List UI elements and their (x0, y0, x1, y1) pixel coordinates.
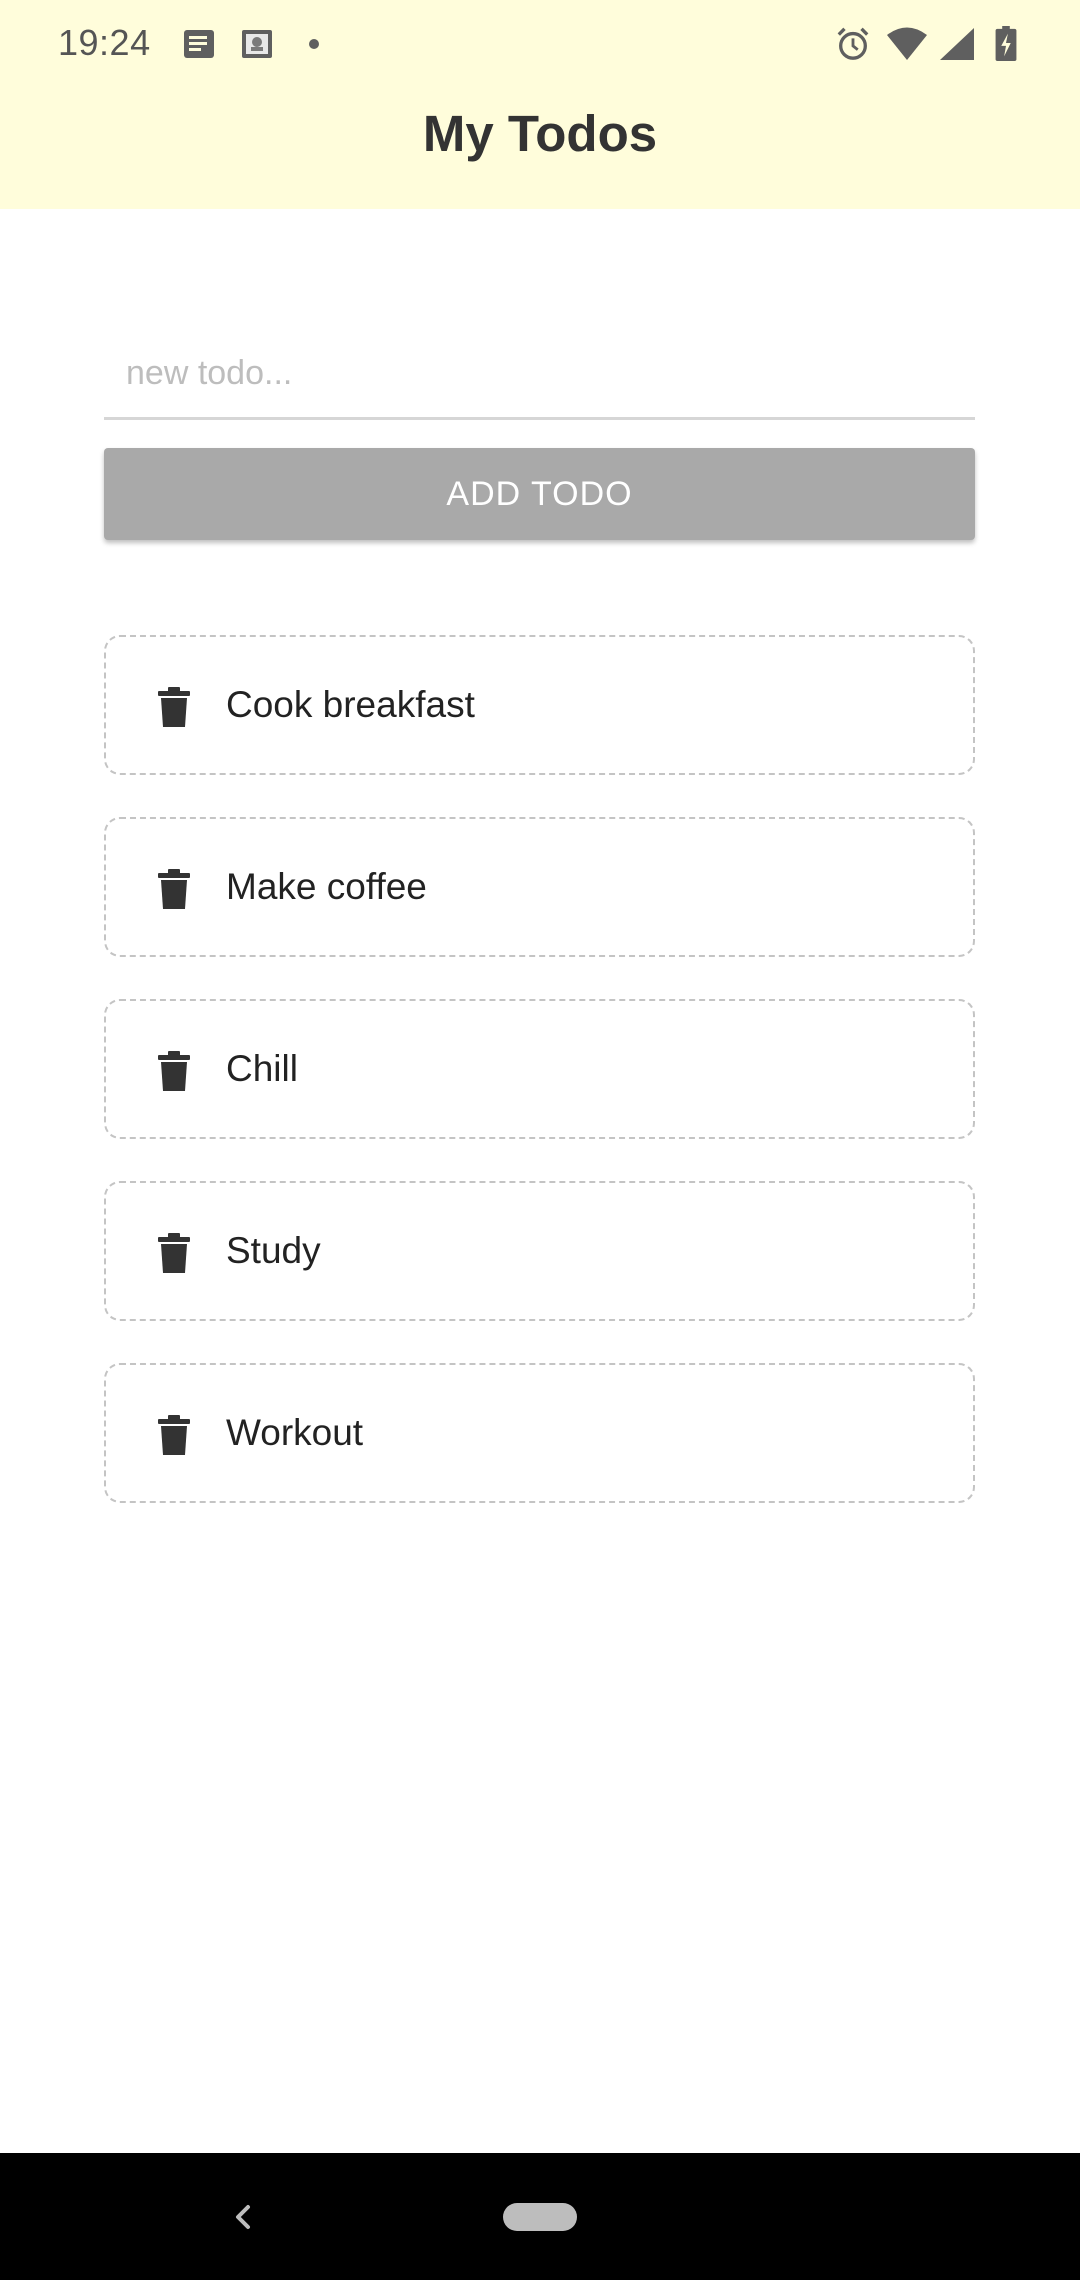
page-title: My Todos (422, 105, 658, 162)
notification-app-icon (242, 30, 272, 58)
wifi-icon (887, 27, 927, 60)
cell-signal-icon (940, 28, 974, 60)
dot-icon (309, 39, 319, 49)
news-icon (184, 30, 214, 58)
todo-text: Workout (226, 1412, 364, 1453)
trash-icon[interactable] (156, 687, 192, 727)
alarm-icon (837, 27, 869, 60)
trash-icon[interactable] (156, 1415, 192, 1455)
trash-icon[interactable] (156, 1233, 192, 1273)
trash-icon[interactable] (156, 869, 192, 909)
todo-list: Cook breakfast Make coffee Chill Study W… (104, 635, 975, 1545)
back-icon[interactable] (226, 2193, 262, 2241)
todo-item: Cook breakfast (104, 635, 975, 775)
todo-item: Chill (104, 999, 975, 1139)
add-todo-button[interactable]: ADD TODO (104, 448, 975, 540)
todo-item: Workout (104, 1363, 975, 1503)
screen: 19:24 My Todos new todo... ADD TODO Cook… (0, 0, 1080, 2280)
todo-item: Make coffee (104, 817, 975, 957)
status-bar: 19:24 (0, 0, 1080, 90)
todo-text: Make coffee (226, 866, 427, 907)
new-todo-input[interactable] (104, 330, 975, 420)
todo-text: Study (226, 1230, 321, 1271)
todo-text: Chill (226, 1048, 298, 1089)
battery-charging-icon (995, 26, 1017, 62)
home-pill-button[interactable] (503, 2203, 577, 2231)
todo-item: Study (104, 1181, 975, 1321)
trash-icon[interactable] (156, 1051, 192, 1091)
todo-text: Cook breakfast (226, 684, 475, 725)
system-nav-bar (0, 2153, 1080, 2280)
status-time: 19:24 (58, 22, 151, 63)
app-header: 19:24 My Todos (0, 0, 1080, 209)
